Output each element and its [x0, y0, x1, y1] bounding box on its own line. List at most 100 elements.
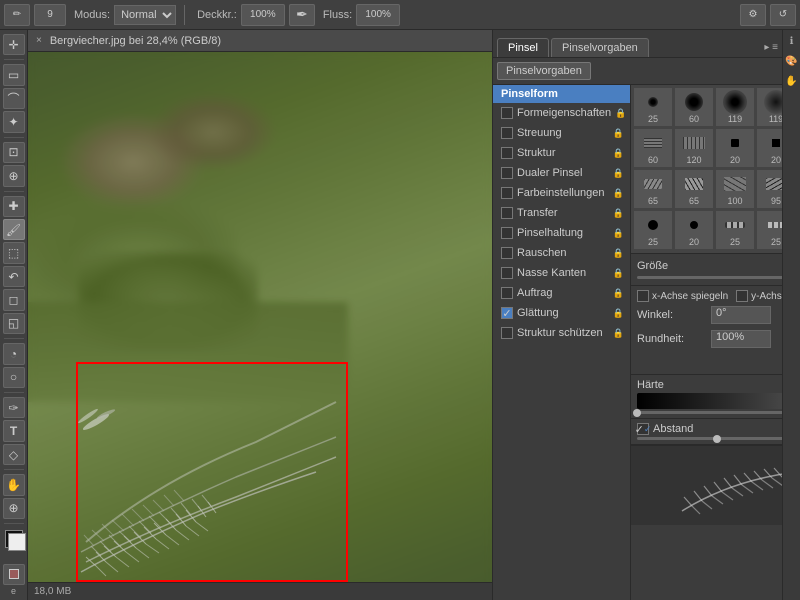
- size-slider[interactable]: [637, 276, 782, 279]
- roundness-row: Rundheit: 100%: [637, 330, 782, 348]
- spacing-slider[interactable]: [637, 437, 782, 440]
- gradient-tool[interactable]: ◱: [3, 313, 25, 334]
- list-item-nasse-kanten[interactable]: Nasse Kanten 🔒: [493, 263, 630, 283]
- settings-icon[interactable]: ⚙: [740, 4, 766, 26]
- check-abstand[interactable]: ✓: [637, 423, 649, 435]
- brush-cell-1-0[interactable]: 60: [633, 128, 673, 168]
- brush-cell-2-3[interactable]: 95: [756, 169, 782, 209]
- brush-tool-icon[interactable]: ✏: [4, 4, 30, 26]
- list-item-streuung[interactable]: Streuung 🔒: [493, 123, 630, 143]
- check-rauschen[interactable]: [501, 247, 513, 259]
- check-nasse-kanten[interactable]: [501, 267, 513, 279]
- lasso-tool[interactable]: ⌒: [3, 88, 25, 109]
- rotate-icon[interactable]: ↺: [770, 4, 796, 26]
- brush-presets-area: Pinselvorgaben: [493, 58, 782, 85]
- axis-controls: x-Achse spiegeln y-Achse spiegeln Winkel…: [631, 286, 782, 375]
- tab-pinselvorgaben[interactable]: Pinselvorgaben: [551, 38, 649, 57]
- stamp-tool[interactable]: ⬚: [3, 242, 25, 263]
- tab-pinsel[interactable]: Pinsel: [497, 38, 549, 57]
- history-tool[interactable]: ↶: [3, 266, 25, 287]
- check-transfer[interactable]: [501, 207, 513, 219]
- check-struktur-schutzen[interactable]: [501, 327, 513, 339]
- far-right-btn-color[interactable]: 🎨: [785, 54, 799, 68]
- brush-cell-3-0[interactable]: 25: [633, 210, 673, 250]
- brush-cell-3-2[interactable]: 25: [715, 210, 755, 250]
- list-item-farbeinstellungen[interactable]: Farbeinstellungen 🔒: [493, 183, 630, 203]
- brush-cell-0-3[interactable]: 119: [756, 87, 782, 127]
- panel-arrow-right[interactable]: ▸ ≡: [764, 42, 778, 57]
- angle-input[interactable]: 0°: [711, 306, 771, 324]
- check-formeigenschaften[interactable]: [501, 107, 513, 119]
- airbrush-icon[interactable]: ✒: [289, 4, 315, 26]
- move-tool[interactable]: ✛: [3, 34, 25, 55]
- brush-cell-2-0[interactable]: 65: [633, 169, 673, 209]
- brush-cell-0-0[interactable]: 25: [633, 87, 673, 127]
- check-struktur[interactable]: [501, 147, 513, 159]
- brush-cell-0-1[interactable]: 60: [674, 87, 714, 127]
- list-item-formeigenschaften[interactable]: Formeigenschaften 🔒: [493, 103, 630, 123]
- list-item-auftrag[interactable]: Auftrag 🔒: [493, 283, 630, 303]
- path-tool[interactable]: ◇: [3, 444, 25, 465]
- canvas-area[interactable]: × Bergviecher.jpg bei 28,4% (RGB/8): [28, 30, 492, 600]
- hardness-slider-thumb[interactable]: [633, 409, 641, 417]
- text-tool[interactable]: T: [3, 420, 25, 441]
- pen-tool[interactable]: ✑: [3, 397, 25, 418]
- panel-body: Pinselform Formeigenschaften 🔒 Streuung …: [493, 85, 782, 600]
- check-streuung[interactable]: [501, 127, 513, 139]
- opacity-value[interactable]: 100%: [241, 4, 285, 26]
- magic-wand-tool[interactable]: ✦: [3, 111, 25, 132]
- brush-preview-svg: ↖: [672, 451, 783, 521]
- check-farbeinstellungen[interactable]: [501, 187, 513, 199]
- dodge-tool[interactable]: ○: [3, 367, 25, 388]
- tool-sep5: [4, 392, 24, 393]
- foreground-color[interactable]: [5, 530, 23, 548]
- list-item-pinselhaltung[interactable]: Pinselhaltung 🔒: [493, 223, 630, 243]
- lock-farbeinstellungen: 🔒: [613, 188, 624, 199]
- check-auftrag[interactable]: [501, 287, 513, 299]
- check-y-achse[interactable]: [736, 290, 748, 302]
- zoom-tool[interactable]: ⊕: [3, 498, 25, 519]
- preset-button[interactable]: Pinselvorgaben: [497, 62, 591, 80]
- check-x-achse[interactable]: [637, 290, 649, 302]
- brush-cell-1-3[interactable]: 20: [756, 128, 782, 168]
- roundness-input[interactable]: 100%: [711, 330, 771, 348]
- list-item-struktur[interactable]: Struktur 🔒: [493, 143, 630, 163]
- eraser-tool[interactable]: ◻: [3, 289, 25, 310]
- check-pinselhaltung[interactable]: [501, 227, 513, 239]
- background-color[interactable]: [8, 533, 26, 551]
- label-glattung: Glättung: [517, 307, 559, 319]
- brush-cell-3-1[interactable]: 20: [674, 210, 714, 250]
- hardness-slider[interactable]: [637, 411, 782, 414]
- brush-cell-1-2[interactable]: 20: [715, 128, 755, 168]
- canvas-close-btn[interactable]: ×: [36, 35, 42, 46]
- list-item-struktur-schutzen[interactable]: Struktur schützen 🔒: [493, 323, 630, 343]
- brush-cell-1-1[interactable]: 120: [674, 128, 714, 168]
- hand-tool[interactable]: ✋: [3, 474, 25, 495]
- brush-preview-strip: ↖: [631, 445, 782, 525]
- flow-value[interactable]: 100%: [356, 4, 400, 26]
- list-item-transfer[interactable]: Transfer 🔒: [493, 203, 630, 223]
- brush-size-input[interactable]: 9: [34, 4, 66, 26]
- list-item-glattung[interactable]: ✓ Glättung 🔒: [493, 303, 630, 323]
- far-right-btn-hand[interactable]: ✋: [785, 74, 799, 88]
- canvas-content[interactable]: 18,0 MB: [28, 52, 492, 600]
- list-item-dualer-pinsel[interactable]: Dualer Pinsel 🔒: [493, 163, 630, 183]
- check-glattung[interactable]: ✓: [501, 307, 513, 319]
- blur-tool[interactable]: ◔: [3, 343, 25, 364]
- status-bar: 18,0 MB: [28, 582, 492, 600]
- spacing-slider-thumb[interactable]: [713, 435, 721, 443]
- blend-mode-select[interactable]: Normal: [114, 5, 176, 25]
- brush-cell-0-2[interactable]: 119: [715, 87, 755, 127]
- heal-tool[interactable]: ✚: [3, 196, 25, 217]
- check-dualer-pinsel[interactable]: [501, 167, 513, 179]
- marquee-tool[interactable]: ▭: [3, 64, 25, 85]
- brush-cell-2-2[interactable]: 100: [715, 169, 755, 209]
- far-right-btn-info[interactable]: ℹ: [785, 34, 799, 48]
- list-item-rauschen[interactable]: Rauschen 🔒: [493, 243, 630, 263]
- crop-tool[interactable]: ⊡: [3, 142, 25, 163]
- brush-tool[interactable]: 🖌: [3, 219, 25, 240]
- quick-mask-tool[interactable]: [3, 564, 25, 585]
- brush-cell-3-3[interactable]: 25: [756, 210, 782, 250]
- brush-cell-2-1[interactable]: 65: [674, 169, 714, 209]
- eyedropper-tool[interactable]: ⊕: [3, 165, 25, 186]
